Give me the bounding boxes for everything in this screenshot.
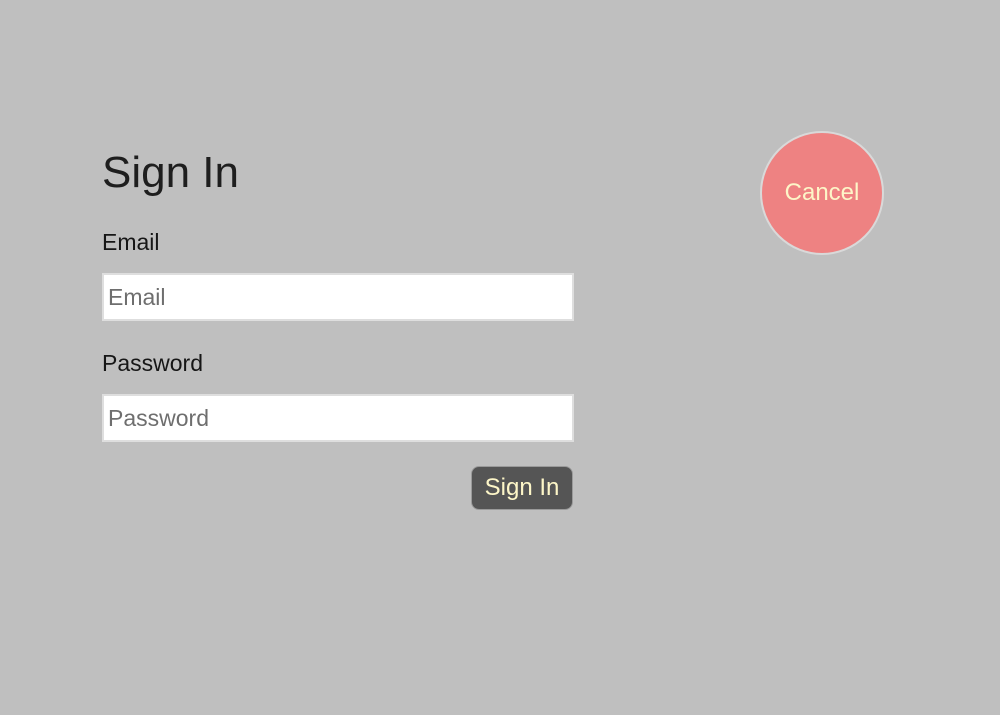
email-field[interactable] xyxy=(102,273,574,321)
page-title: Sign In xyxy=(102,148,239,197)
cancel-button[interactable]: Cancel xyxy=(760,131,884,255)
password-label: Password xyxy=(102,350,203,376)
sign-in-button[interactable]: Sign In xyxy=(471,466,573,510)
password-field[interactable] xyxy=(102,394,574,442)
email-label: Email xyxy=(102,229,160,255)
